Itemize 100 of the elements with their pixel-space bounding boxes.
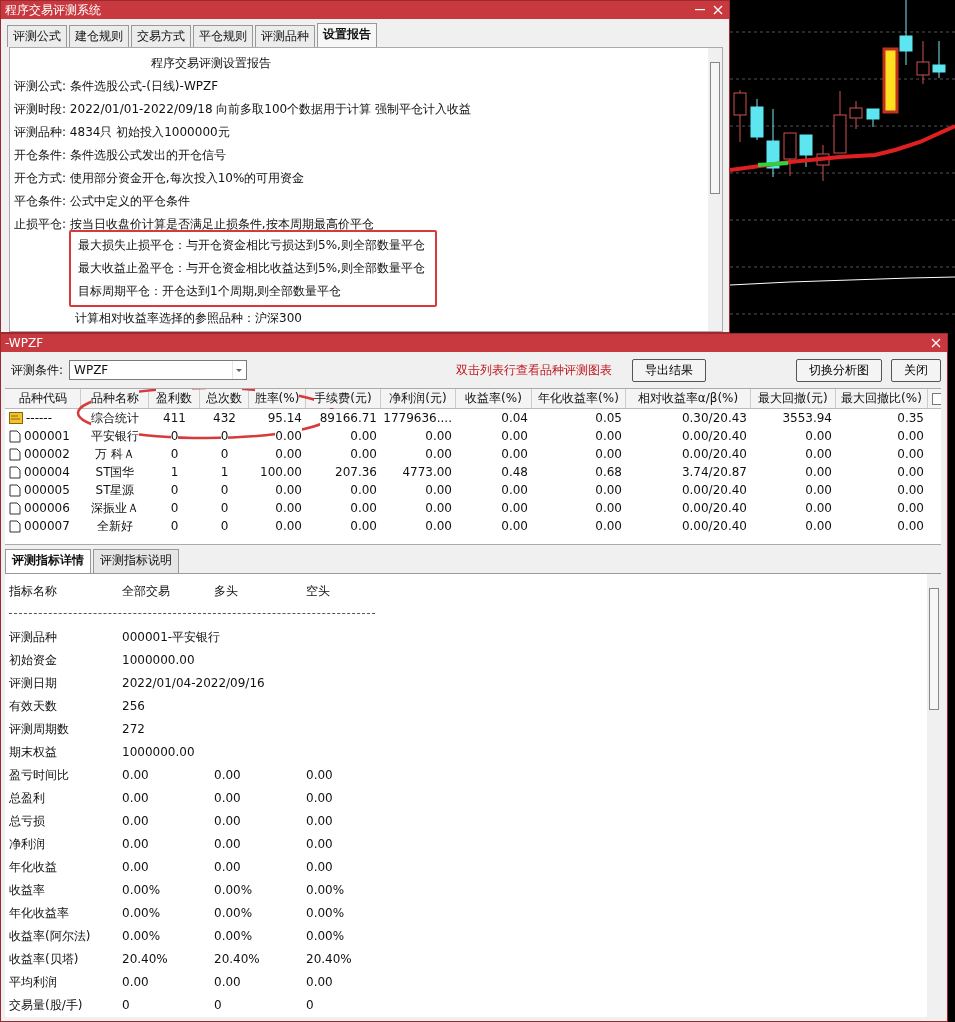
metric-value: 0.00% [122, 882, 161, 899]
metric-value: 0.00 [122, 767, 149, 784]
metric-value: 0.00% [214, 882, 253, 899]
report-title: 程序交易评测设置报告 [150, 55, 272, 72]
metric-value: 0.00 [122, 813, 149, 830]
table-cell: 深振业Ａ [91, 499, 139, 517]
table-cell: 综合统计 [91, 409, 139, 427]
metric-value: 0 [122, 997, 130, 1014]
table-cell: ST国华 [95, 463, 135, 481]
metric-name: 净利润 [9, 836, 45, 853]
tab[interactable]: 建仓规则 [69, 25, 129, 47]
metric-name: 收益率(贝塔) [9, 951, 79, 968]
tab[interactable]: 评测品种 [255, 25, 315, 47]
metric-name: 收益率 [9, 882, 45, 899]
report-line: 评测品种: 4834只 初始投入1000000元 [14, 124, 231, 141]
detail-header: 空头 [306, 583, 330, 600]
report-line: 最大收益止盈平仓：与开仓资金相比收益达到5%,则全部数量平仓 [78, 260, 426, 277]
metric-value: 20.40% [214, 951, 260, 968]
table-cell: ST星源 [95, 481, 135, 499]
metric-value: 0.00 [214, 974, 241, 991]
tab[interactable]: 平仓规则 [193, 25, 253, 47]
candlestick [899, 0, 913, 66]
document-icon [9, 501, 21, 515]
close-icon[interactable] [713, 5, 723, 15]
metric-value: 1000000.00 [122, 652, 195, 669]
condition-dropdown[interactable]: WPZF [69, 360, 248, 380]
candlestick [882, 47, 899, 114]
metric-value: 0.00 [122, 790, 149, 807]
document-icon [9, 465, 21, 479]
document-icon [9, 429, 21, 443]
metric-name: 评测周期数 [9, 721, 69, 738]
detail-header: 指标名称 [9, 583, 57, 600]
report-line: 评测公式: 条件选股公式-(日线)-WPZF [14, 78, 220, 95]
report-line: 开仓条件: 条件选股公式发出的开仓信号 [14, 147, 227, 164]
metric-name: 收益率(阿尔法) [9, 928, 91, 945]
candlestick [932, 40, 946, 79]
report-line: 开仓方式: 使用部分资金开仓,每次投入10%的可用资金 [14, 170, 306, 187]
metric-name: 初始资金 [9, 652, 57, 669]
metric-value: 0.00% [306, 882, 345, 899]
metric-value: 20.40% [306, 951, 352, 968]
column-header[interactable]: 相对收益率α/β(%) [637, 389, 739, 408]
metric-value: 2022/01/04-2022/09/16 [122, 675, 265, 692]
metric-value: 0.00 [214, 836, 241, 853]
candlestick [783, 132, 797, 177]
toolbar-button[interactable]: 切换分析图 [796, 358, 882, 382]
report-line: 目标周期平仓：开仓达到1个周期,则全部数量平仓 [78, 283, 343, 300]
candlestick [833, 90, 847, 154]
tab[interactable]: 评测公式 [7, 25, 67, 47]
candlestick [766, 108, 780, 178]
scrollbar[interactable] [708, 48, 722, 331]
tab[interactable]: 评测指标说明 [93, 549, 179, 573]
metric-value: 0.00 [306, 813, 333, 830]
report-line: 止损平仓: 按当日收盘价计算是否满足止损条件,按本周期最高价平仓 [14, 216, 375, 233]
metric-value: 0.00 [214, 813, 241, 830]
metric-value: 0.00% [306, 928, 345, 945]
candlestick [849, 100, 863, 130]
metric-value: 256 [122, 698, 145, 715]
detail-header: 多头 [214, 583, 238, 600]
table-cell: 平安银行 [91, 427, 139, 445]
corner-square-icon[interactable] [932, 393, 941, 405]
folder-icon [9, 412, 23, 424]
metric-value: 0.00 [122, 974, 149, 991]
hint-text: 双击列表行查看品种评测图表 [456, 361, 612, 379]
export-button[interactable]: 导出结果 [632, 358, 706, 382]
document-icon [9, 519, 21, 533]
metric-value: 0.00% [122, 928, 161, 945]
metric-value: 000001-平安银行 [122, 629, 221, 646]
candlestick [866, 108, 880, 128]
toolbar-button[interactable]: 关闭 [891, 358, 941, 382]
metric-value: 0.00% [122, 905, 161, 922]
table-cell: 全新好 [97, 517, 133, 535]
metric-value: 1000000.00 [122, 744, 195, 761]
metric-value: 0.00 [306, 859, 333, 876]
signal-marker [757, 161, 789, 167]
metric-value: 0 [214, 997, 222, 1014]
metric-name: 年化收益率 [9, 905, 69, 922]
metric-value: 0.00 [214, 859, 241, 876]
metric-name: 总亏损 [9, 813, 45, 830]
metric-value: 0.00 [306, 790, 333, 807]
table-cell: 89166.71 [319, 409, 377, 427]
metric-value: 0.00% [214, 928, 253, 945]
metric-name: 评测品种 [9, 629, 57, 646]
report-line: 评测时段: 2022/01/01-2022/09/18 向前多取100个数据用于计算 强制平仓计入收益 [14, 101, 473, 118]
minimize-icon[interactable] [695, 9, 705, 11]
tab[interactable]: 设置报告 [317, 23, 377, 47]
candlestick [799, 134, 813, 168]
report-line: 计算相对收益率选择的参照品种：沪深300 [74, 310, 303, 327]
candlestick [733, 89, 747, 143]
table-cell: 万 科Ａ [95, 445, 135, 463]
metric-value: 0.00 [306, 836, 333, 853]
metric-value: 272 [122, 721, 145, 738]
metric-value: 0.00 [214, 790, 241, 807]
tab[interactable]: 评测指标详情 [5, 549, 91, 573]
tab[interactable]: 交易方式 [131, 25, 191, 47]
metric-value: 0.00 [122, 859, 149, 876]
metric-name: 有效天数 [9, 698, 57, 715]
column-header[interactable]: 手续费(元) [314, 389, 372, 408]
metric-value: 0.00 [306, 974, 333, 991]
close-icon[interactable] [931, 338, 941, 348]
metric-value: 20.40% [122, 951, 168, 968]
